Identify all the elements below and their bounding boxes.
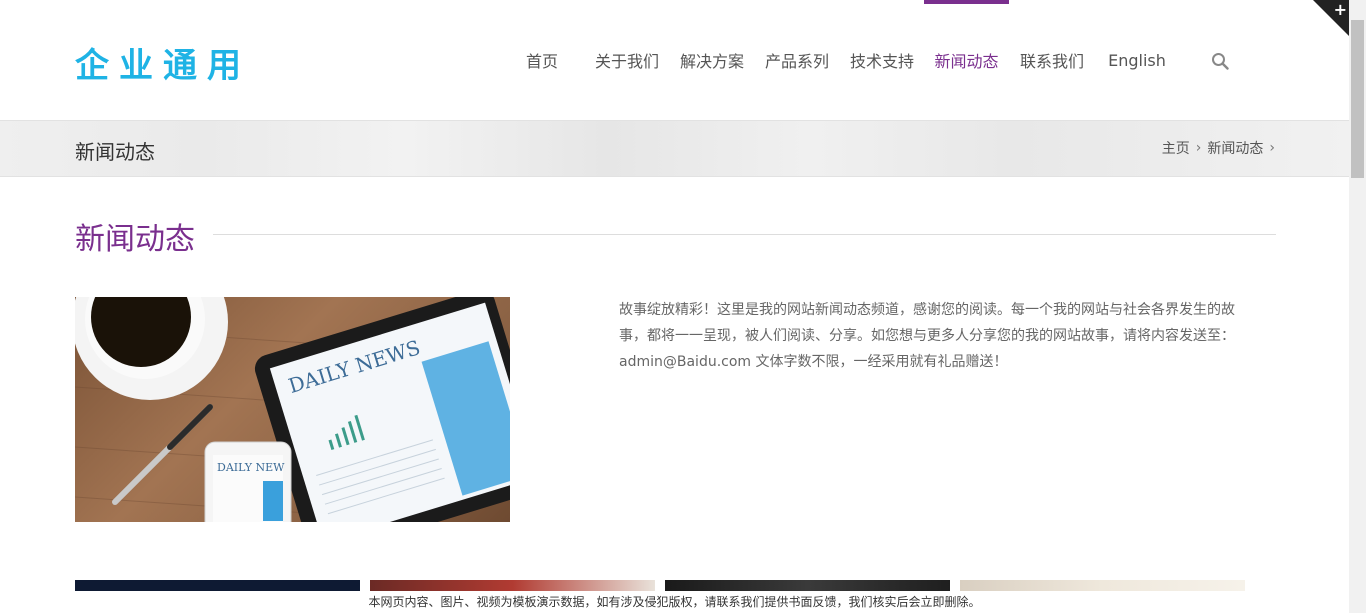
breadcrumb: 主页 › 新闻动态 ›: [1162, 138, 1275, 158]
breadcrumb-home[interactable]: 主页: [1162, 138, 1190, 158]
plus-icon[interactable]: +: [1334, 2, 1347, 18]
news-feature-image: DAILY NEWS DAILY NEW: [75, 297, 510, 522]
phone-text: DAILY NEW: [217, 461, 285, 474]
site-header: 企业通用 首页 关于我们 解决方案 产品系列 技术支持 新闻动态 联系我们 En…: [0, 0, 1349, 120]
page: 企业通用 首页 关于我们 解决方案 产品系列 技术支持 新闻动态 联系我们 En…: [0, 0, 1349, 613]
nav-item-products[interactable]: 产品系列: [761, 0, 833, 120]
chevron-right-icon: ›: [1269, 140, 1275, 156]
nav-item-home[interactable]: 首页: [518, 0, 566, 120]
section-intro: 故事绽放精彩！这里是我的网站新闻动态频道，感谢您的阅读。每一个我的网站与社会各界…: [619, 302, 1235, 370]
copyright-notice: 本网页内容、图片、视频为模板演示数据，如有涉及侵犯版权，请联系我们提供书面反馈，…: [0, 591, 1349, 613]
nav-item-contact[interactable]: 联系我们: [1016, 0, 1088, 120]
nav-item-news[interactable]: 新闻动态: [924, 0, 1009, 120]
page-scrollbar[interactable]: [1349, 0, 1366, 613]
nav-item-english[interactable]: English: [1101, 0, 1173, 120]
scrollbar-thumb[interactable]: [1351, 20, 1364, 178]
chevron-right-icon: ›: [1195, 140, 1202, 156]
nav-item-about[interactable]: 关于我们: [591, 0, 663, 120]
banner-title: 新闻动态: [75, 140, 155, 164]
nav-item-support[interactable]: 技术支持: [846, 0, 918, 120]
section-divider: [213, 234, 1276, 235]
page-banner: 新闻动态 主页 › 新闻动态 ›: [0, 120, 1349, 177]
search-icon[interactable]: [1211, 52, 1229, 70]
section-title: 新闻动态: [75, 222, 195, 257]
feature-illustration: DAILY NEWS DAILY NEW: [75, 297, 510, 522]
breadcrumb-current[interactable]: 新闻动态: [1207, 138, 1263, 158]
nav-item-solutions[interactable]: 解决方案: [676, 0, 748, 120]
site-logo[interactable]: 企业通用: [75, 38, 251, 87]
